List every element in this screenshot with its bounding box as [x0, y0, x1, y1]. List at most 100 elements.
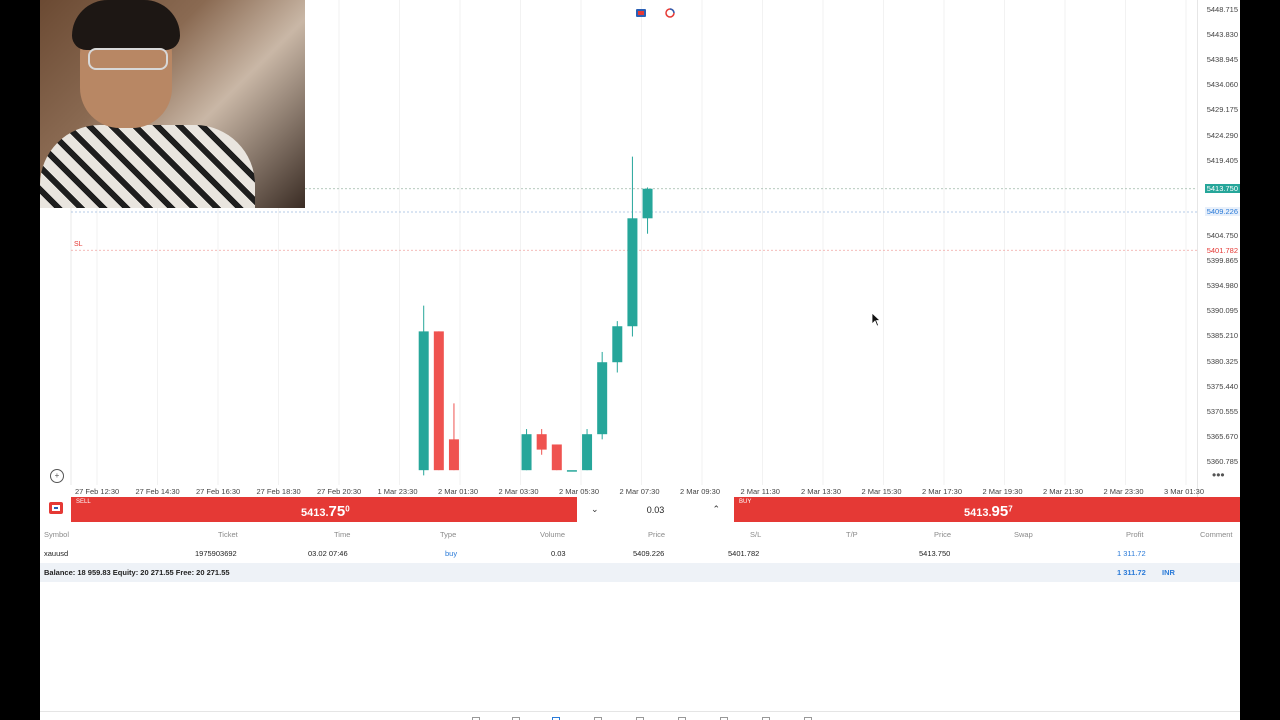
total-profit: 1 311.72: [1117, 568, 1146, 577]
candle-body[interactable]: [627, 218, 638, 327]
price-tick-label: 5385.210: [1206, 331, 1238, 341]
row-time: 03.02 07:46: [308, 549, 348, 558]
more-options-icon[interactable]: •••: [1212, 468, 1225, 482]
col-symbol[interactable]: Symbol: [44, 530, 69, 539]
entry-price-tag: 5409.226: [1204, 207, 1240, 217]
row-profit: 1 311.72: [1117, 549, 1146, 558]
col-current-price[interactable]: Price: [934, 530, 951, 539]
price-tick-label: 5424.290: [1206, 130, 1238, 140]
candle-body[interactable]: [433, 331, 444, 471]
table-row[interactable]: xauusd 1975903692 03.02 07:46 buy 0.03 5…: [40, 544, 1240, 563]
price-tick-label: 5438.945: [1206, 55, 1238, 65]
balance-summary-row: Balance: 18 959.83 Equity: 20 271.55 Fre…: [40, 563, 1240, 582]
refresh-icon[interactable]: [664, 7, 676, 19]
sell-button[interactable]: SELL 5413.750: [71, 497, 577, 522]
col-tp[interactable]: T/P: [846, 530, 858, 539]
time-tick-label: 1 Mar 23:30: [377, 487, 418, 496]
price-scale[interactable]: 5448.715 5443.830 5438.945 5434.060 5429.175…: [1197, 0, 1240, 497]
webcam-overlay: [40, 0, 305, 208]
mouse-cursor-icon: [871, 312, 881, 327]
sell-label: SELL: [76, 499, 91, 505]
row-type: buy: [445, 549, 458, 558]
volume-value[interactable]: 0.03: [647, 505, 665, 515]
time-tick-label: 2 Mar 19:30: [982, 487, 1023, 496]
price-tick-label: 5448.715: [1206, 5, 1238, 14]
row-volume: 0.03: [551, 549, 566, 558]
price-tick-label: 5380.325: [1206, 356, 1238, 366]
time-tick-label: 27 Feb 14:30: [135, 487, 180, 496]
candle-body[interactable]: [612, 326, 623, 363]
time-axis[interactable]: 27 Feb 12:30 27 Feb 14:30 27 Feb 16:30 27 F…: [40, 485, 1204, 497]
positions-table: Symbol Ticket Time Type Volume Price S/L…: [40, 525, 1240, 582]
col-ticket[interactable]: Ticket: [218, 530, 238, 539]
time-tick-label: 2 Mar 13:30: [801, 487, 842, 496]
candle-body[interactable]: [521, 434, 532, 471]
one-click-trading-icon[interactable]: [635, 7, 647, 19]
col-comment[interactable]: Comment: [1200, 530, 1233, 539]
time-tick-label: 2 Mar 03:30: [498, 487, 539, 496]
row-ticket: 1975903692: [195, 549, 237, 558]
trading-app: SL 5448.715 5443.830 5438.945 5434.060 5429.…: [40, 0, 1240, 720]
buy-button[interactable]: BUY 5413.957: [734, 497, 1240, 522]
candle-body[interactable]: [418, 331, 429, 471]
time-tick-label: 2 Mar 01:30: [438, 487, 479, 496]
volume-stepper[interactable]: ⌄ 0.03 ⌃: [577, 497, 734, 522]
time-tick-label: 2 Mar 05:30: [559, 487, 600, 496]
stop-loss-price-tag: 5401.782: [1204, 245, 1240, 255]
buy-label: BUY: [739, 499, 752, 505]
time-tick-label: 27 Feb 12:30: [75, 487, 120, 496]
volume-decrease-chevron-down-icon[interactable]: ⌄: [591, 504, 599, 515]
candle-body[interactable]: [551, 444, 562, 471]
time-tick-label: 27 Feb 20:30: [317, 487, 362, 496]
chart-toolbar: [635, 7, 676, 19]
col-volume[interactable]: Volume: [540, 530, 565, 539]
row-current-price: 5413.750: [919, 549, 951, 558]
row-symbol: xauusd: [44, 549, 69, 558]
candle-body[interactable]: [642, 188, 653, 219]
time-tick-label: 2 Mar 09:30: [680, 487, 721, 496]
price-tick-label: 5429.175: [1206, 105, 1238, 115]
trade-panel: SELL 5413.750 ⌄ 0.03 ⌃ BUY 5413.957: [40, 497, 1240, 522]
time-tick-label: 27 Feb 18:30: [256, 487, 301, 496]
stop-loss-marker: SL: [74, 241, 83, 248]
candle-body[interactable]: [582, 434, 593, 471]
col-type[interactable]: Type: [440, 530, 456, 539]
col-price[interactable]: Price: [648, 530, 665, 539]
price-tick-label: 5390.095: [1206, 306, 1238, 316]
candle-body[interactable]: [448, 439, 459, 471]
time-tick-label: 2 Mar 17:30: [922, 487, 963, 496]
time-tick-label: 2 Mar 23:30: [1103, 487, 1144, 496]
chart-zoom-icon[interactable]: +: [50, 469, 64, 483]
price-tick-label: 5404.750: [1206, 231, 1238, 240]
col-swap[interactable]: Swap: [1014, 530, 1033, 539]
col-time[interactable]: Time: [334, 530, 350, 539]
time-tick-label: 27 Feb 16:30: [196, 487, 241, 496]
current-price-tag: 5413.750: [1204, 184, 1240, 194]
volume-increase-chevron-up-icon[interactable]: ⌃: [712, 504, 720, 515]
presenter-hair: [72, 0, 180, 50]
price-tick-label: 5419.405: [1206, 155, 1238, 165]
bottom-toolbar: [40, 711, 1240, 720]
candle-body[interactable]: [566, 470, 577, 472]
sell-price: 5413.750: [301, 503, 350, 520]
row-sl[interactable]: 5401.782: [728, 549, 759, 558]
col-sl[interactable]: S/L: [750, 530, 761, 539]
time-tick-label: 2 Mar 11:30: [740, 487, 780, 496]
price-tick-label: 5394.980: [1206, 281, 1238, 291]
broker-logo-icon: [49, 502, 63, 514]
candle-body[interactable]: [597, 362, 608, 435]
presenter-glasses: [88, 48, 168, 70]
price-tick-label: 5375.440: [1206, 381, 1238, 391]
presenter-shirt: [40, 125, 255, 208]
row-price: 5409.226: [633, 549, 665, 558]
time-tick-label: 2 Mar 15:30: [861, 487, 902, 496]
table-header: Symbol Ticket Time Type Volume Price S/L…: [40, 525, 1240, 544]
balance-text: Balance: 18 959.83 Equity: 20 271.55 Fre…: [44, 568, 230, 577]
col-profit[interactable]: Profit: [1126, 530, 1144, 539]
candle-body[interactable]: [536, 434, 547, 450]
price-tick-label: 5370.555: [1206, 406, 1238, 416]
buy-price: 5413.957: [964, 503, 1013, 520]
price-tick-label: 5399.865: [1206, 256, 1238, 266]
profit-currency: INR: [1162, 568, 1175, 577]
price-tick-label: 5434.060: [1206, 80, 1238, 90]
